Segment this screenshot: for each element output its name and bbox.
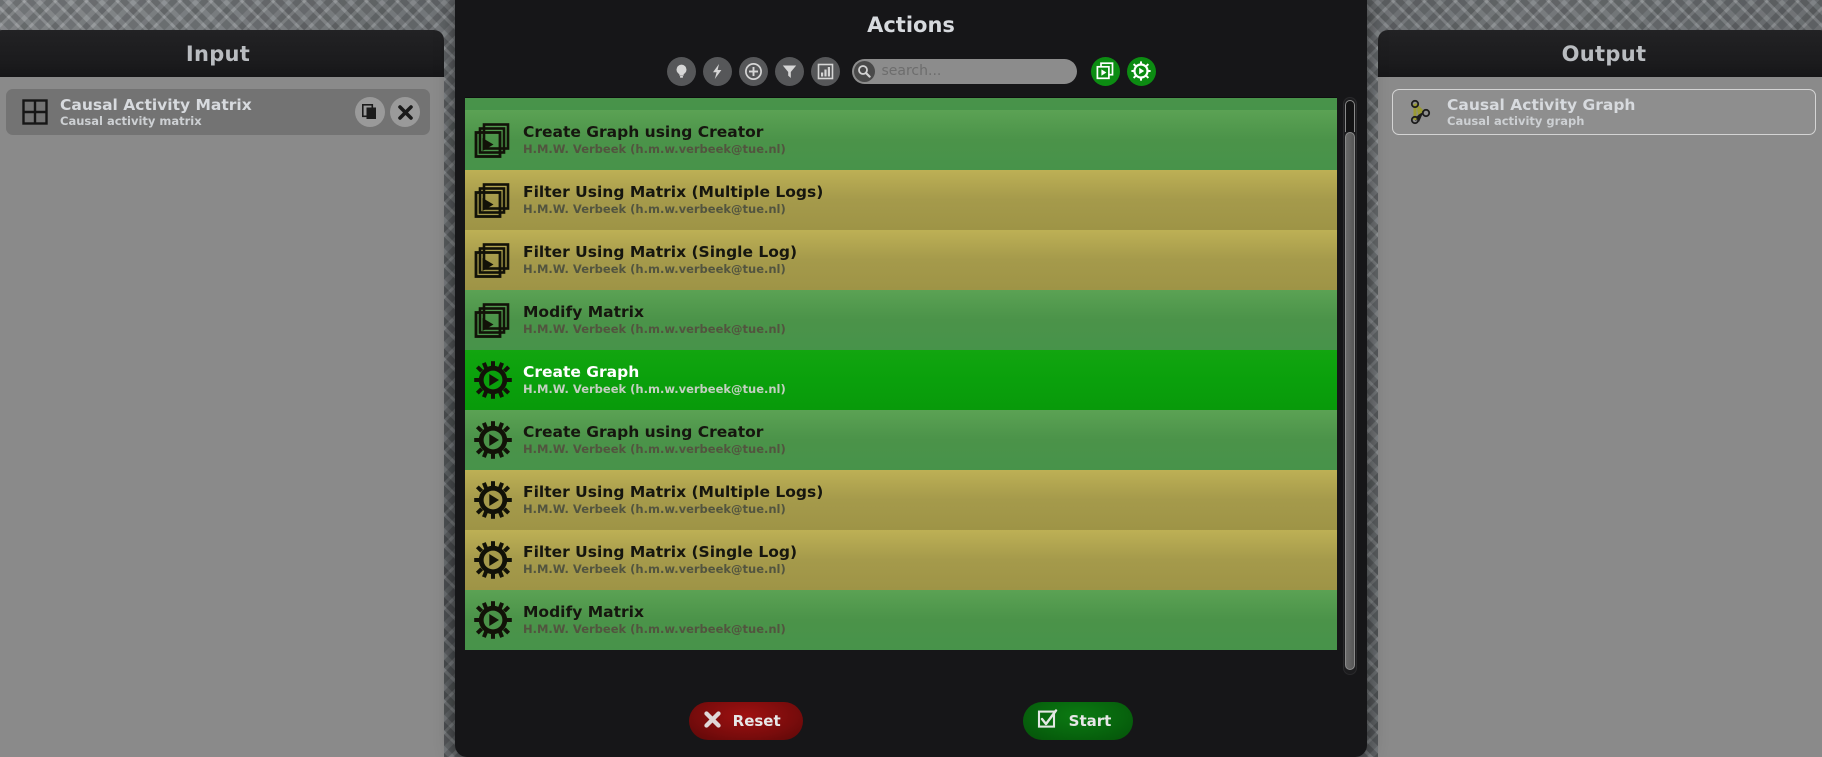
reset-button[interactable]: Reset	[688, 702, 803, 740]
input-item-texts: Causal Activity Matrix Causal activity m…	[60, 95, 350, 130]
search-magnifier-icon	[853, 60, 875, 82]
action-title: Create Graph	[523, 363, 640, 382]
close-x-icon[interactable]	[390, 97, 420, 127]
reset-button-label: Reset	[732, 712, 781, 730]
output-item-causal-activity-graph[interactable]: Causal Activity Graph Causal activity gr…	[1392, 89, 1816, 135]
matrix-grid-icon	[16, 95, 54, 129]
action-row-texts: Filter Using Matrix (Multiple Logs) H.M.W…	[523, 482, 823, 517]
action-row[interactable]: Create Graph using CreatorH.M.W. Verbeek…	[465, 410, 1337, 470]
stacked-windows-play-icon	[471, 238, 515, 282]
run-in-window-icon[interactable]	[1090, 56, 1120, 86]
plus-circle-icon[interactable]	[738, 56, 768, 86]
action-row[interactable]: Create Graph using CreatorH.M.W. Verbeek…	[465, 97, 1337, 110]
dialog-toolbar	[455, 48, 1367, 94]
action-row-selected[interactable]: Create Graph H.M.W. Verbeek (h.m.w.verbee…	[465, 350, 1337, 410]
output-panel-title: Output	[1561, 41, 1647, 66]
lightning-bolt-icon[interactable]	[702, 56, 732, 86]
dialog-title: Actions	[867, 13, 955, 37]
output-item-subtitle: Causal activity graph	[1447, 114, 1585, 129]
actions-list-clip: Create Graph using Creator H.M.W. Verbeek…	[465, 97, 1337, 675]
action-author: H.M.W. Verbeek (h.m.w.verbeek@tue.nl)	[523, 442, 786, 457]
action-title: Filter Using Matrix (Multiple Logs)	[523, 183, 824, 202]
action-row-texts: Filter Using Matrix (Single Log) H.M.W. V…	[523, 542, 797, 577]
graph-nodes-icon	[1403, 95, 1441, 129]
gear-play-icon	[471, 598, 515, 642]
actions-dialog: Actions search... Create Graph using Cre…	[455, 0, 1367, 757]
bar-chart-icon[interactable]	[810, 56, 840, 86]
checkbox-check-icon	[1037, 708, 1058, 734]
action-row[interactable]: Filter Using Matrix (Single Log) H.M.W. V…	[465, 230, 1337, 290]
gear-play-icon	[471, 538, 515, 582]
stacked-windows-play-icon	[471, 98, 515, 102]
action-title: Modify Matrix	[523, 303, 644, 322]
action-author: H.M.W. Verbeek (h.m.w.verbeek@tue.nl)	[523, 97, 786, 98]
input-item-subtitle: Causal activity matrix	[60, 114, 202, 129]
action-row-texts: Modify Matrix H.M.W. Verbeek (h.m.w.verbe…	[523, 302, 786, 337]
action-title: Create Graph using Creator	[523, 423, 764, 442]
input-panel: Input Causal Activity Matrix Causal acti…	[0, 30, 444, 757]
output-panel-body: Causal Activity Graph Causal activity gr…	[1378, 77, 1822, 147]
action-row[interactable]: Modify Matrix H.M.W. Verbeek (h.m.w.verbe…	[465, 290, 1337, 350]
action-row[interactable]: Create Graph using CreatorH.M.W. Verbeek…	[465, 110, 1337, 170]
input-panel-body: Causal Activity Matrix Causal activity m…	[0, 77, 444, 147]
x-mark-icon	[703, 710, 722, 733]
action-author: H.M.W. Verbeek (h.m.w.verbeek@tue.nl)	[523, 262, 786, 277]
action-row-texts: Create Graph H.M.W. Verbeek (h.m.w.verbee…	[523, 362, 786, 397]
input-item-causal-activity-matrix[interactable]: Causal Activity Matrix Causal activity m…	[6, 89, 430, 135]
action-title: Filter Using Matrix (Single Log)	[523, 543, 798, 562]
input-item-title: Causal Activity Matrix	[60, 95, 252, 114]
scrollbar-thumb[interactable]	[1345, 132, 1355, 670]
action-row[interactable]: Filter Using Matrix (Multiple Logs) H.M.W…	[465, 470, 1337, 530]
action-author: H.M.W. Verbeek (h.m.w.verbeek@tue.nl)	[523, 382, 786, 397]
action-title: Filter Using Matrix (Single Log)	[523, 243, 798, 262]
output-panel: Output Causal Activity Graph Causal acti…	[1378, 30, 1822, 757]
input-panel-title: Input	[185, 41, 251, 66]
stacked-windows-play-icon	[471, 118, 515, 162]
stacked-windows-play-icon	[471, 178, 515, 222]
funnel-filter-icon[interactable]	[774, 56, 804, 86]
stacked-windows-play-icon	[471, 298, 515, 342]
action-row-texts: Filter Using Matrix (Single Log) H.M.W. V…	[523, 242, 797, 277]
action-author: H.M.W. Verbeek (h.m.w.verbeek@tue.nl)	[523, 562, 786, 577]
output-panel-header: Output	[1378, 30, 1822, 77]
action-row-texts: Create Graph using CreatorH.M.W. Verbeek…	[523, 422, 786, 457]
output-item-texts: Causal Activity Graph Causal activity gr…	[1447, 95, 1805, 130]
action-row-texts: Filter Using Matrix (Multiple Logs) H.M.W…	[523, 182, 823, 217]
actions-list-scrollbar[interactable]	[1343, 97, 1357, 675]
action-row-texts: Create Graph using CreatorH.M.W. Verbeek…	[523, 122, 786, 157]
action-author: H.M.W. Verbeek (h.m.w.verbeek@tue.nl)	[523, 202, 786, 217]
gear-play-icon	[471, 418, 515, 462]
scrollbar-track-top[interactable]	[1345, 100, 1355, 132]
gear-play-icon[interactable]	[1126, 56, 1156, 86]
action-title: Filter Using Matrix (Multiple Logs)	[523, 483, 824, 502]
copy-icon[interactable]	[355, 97, 385, 127]
lightbulb-icon[interactable]	[666, 56, 696, 86]
action-title: Modify Matrix	[523, 603, 644, 622]
actions-list-container: Create Graph using Creator H.M.W. Verbeek…	[465, 97, 1357, 685]
gear-play-icon	[471, 478, 515, 522]
action-row-texts: Modify Matrix H.M.W. Verbeek (h.m.w.verbe…	[523, 602, 786, 637]
action-title: Create Graph using Creator	[523, 123, 764, 142]
action-row[interactable]: Modify Matrix H.M.W. Verbeek (h.m.w.verbe…	[465, 590, 1337, 650]
action-author: H.M.W. Verbeek (h.m.w.verbeek@tue.nl)	[523, 622, 786, 637]
start-button[interactable]: Start	[1022, 702, 1134, 740]
start-button-label: Start	[1068, 712, 1112, 730]
action-row-texts: Create Graph using CreatorH.M.W. Verbeek…	[523, 97, 786, 98]
action-author: H.M.W. Verbeek (h.m.w.verbeek@tue.nl)	[523, 142, 786, 157]
actions-list: Create Graph using Creator H.M.W. Verbeek…	[465, 97, 1337, 650]
output-item-title: Causal Activity Graph	[1447, 95, 1636, 114]
action-author: H.M.W. Verbeek (h.m.w.verbeek@tue.nl)	[523, 322, 786, 337]
gear-play-icon	[471, 358, 515, 402]
dialog-footer: Reset Start	[455, 685, 1367, 757]
action-row[interactable]: Filter Using Matrix (Single Log) H.M.W. V…	[465, 530, 1337, 590]
search-box[interactable]	[851, 58, 1077, 84]
input-panel-header: Input	[0, 30, 444, 77]
action-author: H.M.W. Verbeek (h.m.w.verbeek@tue.nl)	[523, 502, 786, 517]
search-input[interactable]	[874, 63, 1077, 79]
action-row[interactable]: Filter Using Matrix (Multiple Logs) H.M.W…	[465, 170, 1337, 230]
